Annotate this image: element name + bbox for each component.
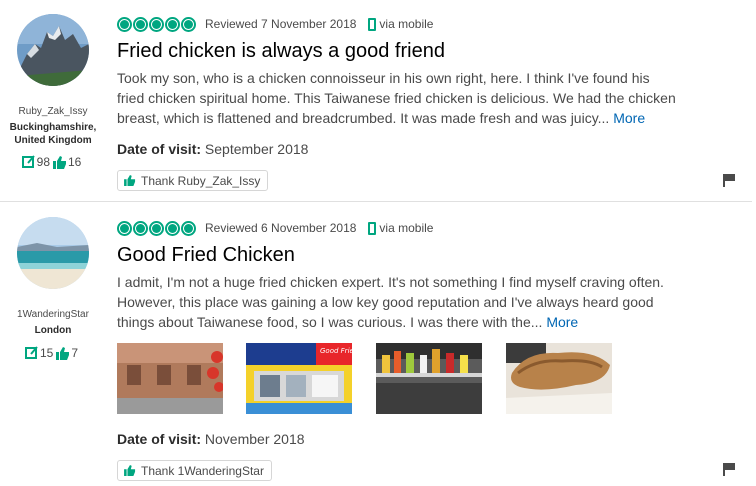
date-of-visit-value: November 2018: [204, 431, 305, 447]
rating-bubble-icon: [181, 220, 196, 236]
thank-label: Thank 1WanderingStar: [141, 463, 264, 478]
contributions-count: 98: [36, 155, 50, 169]
thank-button[interactable]: Thank 1WanderingStar: [117, 460, 272, 481]
review-body-text: I admit, I'm not a huge fried chicken ex…: [117, 274, 664, 330]
avatar[interactable]: [17, 217, 89, 289]
thumbs-up-icon: [124, 175, 136, 186]
review-title[interactable]: Good Fried Chicken: [117, 244, 295, 267]
thumbs-up-icon: [124, 465, 136, 476]
rating-bubble-icon: [181, 16, 196, 32]
review-body: I admit, I'm not a huge fried chicken ex…: [117, 272, 677, 332]
review-body-text: Took my son, who is a chicken connoisseu…: [117, 70, 676, 126]
review-meta: Reviewed 7 November 2018 via mobile: [117, 16, 433, 32]
review-photos: Good Friend: [117, 343, 617, 414]
contributions-icon: [21, 155, 35, 168]
date-of-visit: Date of visit: November 2018: [117, 431, 305, 447]
review-date: Reviewed 6 November 2018: [205, 221, 357, 235]
date-of-visit: Date of visit: September 2018: [117, 141, 308, 157]
date-of-visit-label: Date of visit:: [117, 141, 202, 157]
contributions-count: 15: [39, 346, 54, 360]
rating-bubble-icon: [117, 16, 132, 32]
rating-bubble-icon: [133, 220, 148, 236]
member-stats: 15 7: [0, 346, 106, 360]
more-link[interactable]: More: [613, 110, 645, 126]
thank-label: Thank Ruby_Zak_Issy: [141, 173, 261, 188]
review-meta: Reviewed 6 November 2018 via mobile: [117, 220, 433, 236]
shop-sign-text: Good Friend: [320, 347, 352, 355]
rating-bubble-icon: [165, 220, 180, 236]
review-photo[interactable]: [506, 343, 612, 414]
location: London: [34, 325, 72, 336]
date-of-visit-label: Date of visit:: [117, 431, 202, 447]
thumbs-up-icon: [56, 346, 70, 360]
date-of-visit-value: September 2018: [204, 141, 309, 157]
thank-button[interactable]: Thank Ruby_Zak_Issy: [117, 170, 269, 191]
review-photo[interactable]: Good Friend: [246, 343, 352, 414]
member-stats: 98 16: [0, 155, 106, 169]
rating-bubble-icon: [149, 16, 164, 32]
review-photo[interactable]: [376, 343, 482, 414]
rating-bubble-icon: [149, 220, 164, 236]
mobile-icon: [368, 221, 377, 235]
review-photo[interactable]: [117, 343, 223, 414]
mobile-icon: [368, 17, 377, 31]
review-date: Reviewed 7 November 2018: [205, 17, 357, 31]
contributions-icon: [24, 346, 38, 359]
review-body: Took my son, who is a chicken connoisseu…: [117, 68, 677, 128]
location: Buckinghamshire, United Kingdom: [9, 122, 97, 146]
rating-bubbles: [117, 16, 197, 32]
review-card: Ruby_Zak_Issy Buckinghamshire, United Ki…: [0, 0, 756, 201]
via-mobile-label: via mobile: [379, 221, 434, 235]
rating-bubbles: [117, 220, 197, 236]
review-title[interactable]: Fried chicken is always a good friend: [117, 40, 445, 63]
avatar[interactable]: [17, 14, 89, 86]
thumbs-up-icon: [53, 155, 66, 169]
review-card: 1WanderingStar London 15 7 Reviewed 6 No…: [0, 202, 756, 486]
flag-icon[interactable]: [722, 173, 736, 187]
rating-bubble-icon: [165, 16, 180, 32]
rating-bubble-icon: [117, 220, 132, 236]
flag-icon[interactable]: [722, 462, 736, 476]
username[interactable]: 1WanderingStar: [0, 309, 106, 320]
helpful-votes-count: 16: [68, 155, 82, 169]
rating-bubble-icon: [133, 16, 148, 32]
username[interactable]: Ruby_Zak_Issy: [0, 106, 106, 117]
helpful-votes-count: 7: [71, 346, 79, 360]
more-link[interactable]: More: [546, 314, 578, 330]
via-mobile-label: via mobile: [379, 17, 434, 31]
